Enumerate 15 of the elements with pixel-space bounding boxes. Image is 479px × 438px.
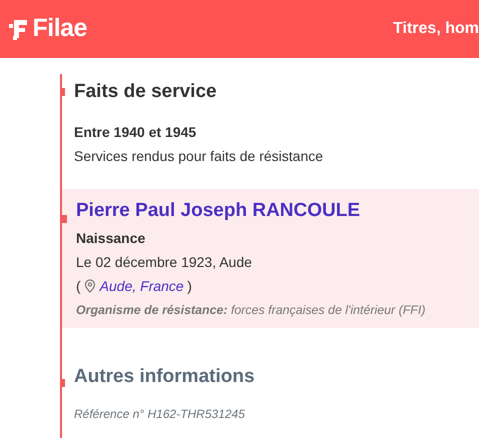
- organisation-text: Organisme de résistance: forces françaises de l'intérieur (FFI): [76, 302, 426, 319]
- event-label: Naissance: [76, 228, 146, 248]
- section-title: Autres informations: [74, 364, 256, 388]
- paren-text: ): [187, 276, 192, 296]
- timeline-marker: [60, 215, 67, 223]
- place-link[interactable]: Aude, France: [100, 274, 184, 298]
- description-text: Services rendus pour faits de résistance: [74, 147, 324, 166]
- person-name[interactable]: Pierre Paul Joseph RANCOULE: [76, 197, 479, 226]
- location-pin-icon: [84, 278, 96, 292]
- reference-text: Référence n° H162-THR531245: [74, 406, 246, 423]
- event-date: Le 02 décembre 1923, Aude: [76, 252, 253, 272]
- logo-icon: [9, 18, 29, 40]
- period-label: Entre 1940 et 1945: [74, 123, 198, 142]
- section-title: Faits de service: [74, 80, 218, 104]
- paren-text: (: [76, 276, 81, 296]
